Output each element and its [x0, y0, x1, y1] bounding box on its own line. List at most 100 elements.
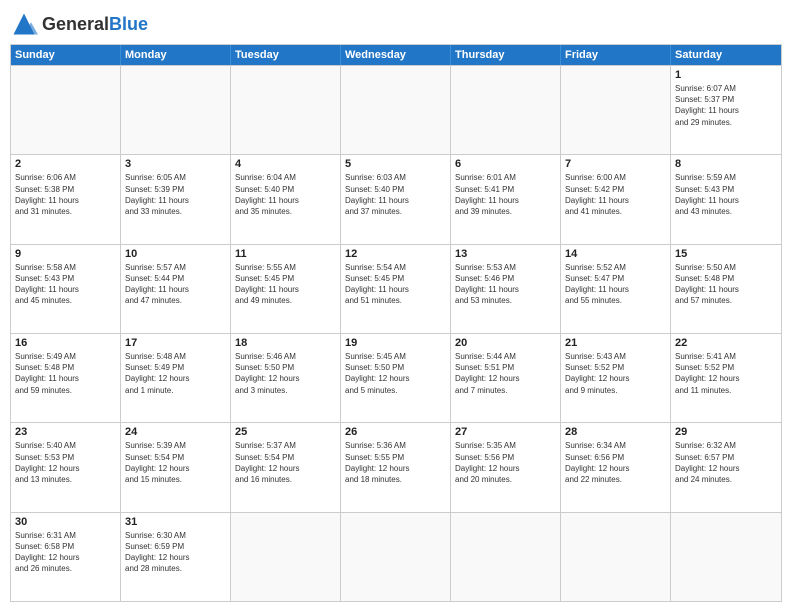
calendar-cell: 6 Sunrise: 6:01 AM Sunset: 5:41 PM Daylig… — [451, 155, 561, 243]
day-number: 15 — [675, 248, 777, 260]
day-info: Sunrise: 6:03 AM Sunset: 5:40 PM Dayligh… — [345, 172, 446, 217]
calendar-cell — [231, 513, 341, 601]
weekday-header: Thursday — [451, 45, 561, 65]
day-info: Sunrise: 5:50 AM Sunset: 5:48 PM Dayligh… — [675, 262, 777, 307]
calendar-row: 2Sunrise: 6:06 AM Sunset: 5:38 PM Daylig… — [11, 154, 781, 243]
weekday-header: Sunday — [11, 45, 121, 65]
day-number: 31 — [125, 516, 226, 528]
day-number: 20 — [455, 337, 556, 349]
logo-text: GeneralBlue — [42, 15, 148, 33]
day-number: 21 — [565, 337, 666, 349]
calendar-cell: 9 Sunrise: 5:58 AM Sunset: 5:43 PM Daylig… — [11, 245, 121, 333]
calendar-cell: 22Sunrise: 5:41 AM Sunset: 5:52 PM Dayli… — [671, 334, 781, 422]
day-number: 30 — [15, 516, 116, 528]
day-number: 6 — [455, 158, 556, 170]
day-info: Sunrise: 5:49 AM Sunset: 5:48 PM Dayligh… — [15, 351, 116, 396]
day-info: Sunrise: 5:41 AM Sunset: 5:52 PM Dayligh… — [675, 351, 777, 396]
calendar: SundayMondayTuesdayWednesdayThursdayFrid… — [10, 44, 782, 602]
day-number: 7 — [565, 158, 666, 170]
calendar-cell: 7 Sunrise: 6:00 AM Sunset: 5:42 PM Daylig… — [561, 155, 671, 243]
calendar-cell: 25Sunrise: 5:37 AM Sunset: 5:54 PM Dayli… — [231, 423, 341, 511]
calendar-cell: 3 Sunrise: 6:05 AM Sunset: 5:39 PM Daylig… — [121, 155, 231, 243]
calendar-cell: 1Sunrise: 6:07 AM Sunset: 5:37 PM Daylig… — [671, 66, 781, 154]
calendar-cell — [451, 66, 561, 154]
calendar-cell: 23Sunrise: 5:40 AM Sunset: 5:53 PM Dayli… — [11, 423, 121, 511]
logo: GeneralBlue — [10, 10, 148, 38]
calendar-cell: 30 Sunrise: 6:31 AM Sunset: 6:58 PM Dayli… — [11, 513, 121, 601]
day-number: 11 — [235, 248, 336, 260]
day-info: Sunrise: 5:48 AM Sunset: 5:49 PM Dayligh… — [125, 351, 226, 396]
day-info: Sunrise: 5:36 AM Sunset: 5:55 PM Dayligh… — [345, 440, 446, 485]
calendar-row: 16 Sunrise: 5:49 AM Sunset: 5:48 PM Dayli… — [11, 333, 781, 422]
logo-icon — [10, 10, 38, 38]
day-info: Sunrise: 6:30 AM Sunset: 6:59 PM Dayligh… — [125, 530, 226, 575]
calendar-cell — [671, 513, 781, 601]
calendar-cell: 4 Sunrise: 6:04 AM Sunset: 5:40 PM Daylig… — [231, 155, 341, 243]
day-info: Sunrise: 6:07 AM Sunset: 5:37 PM Dayligh… — [675, 83, 777, 128]
day-number: 23 — [15, 426, 116, 438]
day-number: 24 — [125, 426, 226, 438]
day-number: 25 — [235, 426, 336, 438]
calendar-cell: 27Sunrise: 5:35 AM Sunset: 5:56 PM Dayli… — [451, 423, 561, 511]
day-number: 9 — [15, 248, 116, 260]
calendar-cell: 20 Sunrise: 5:44 AM Sunset: 5:51 PM Dayli… — [451, 334, 561, 422]
calendar-cell — [561, 513, 671, 601]
calendar-cell: 19Sunrise: 5:45 AM Sunset: 5:50 PM Dayli… — [341, 334, 451, 422]
weekday-header: Monday — [121, 45, 231, 65]
day-number: 4 — [235, 158, 336, 170]
day-info: Sunrise: 6:31 AM Sunset: 6:58 PM Dayligh… — [15, 530, 116, 575]
day-info: Sunrise: 6:01 AM Sunset: 5:41 PM Dayligh… — [455, 172, 556, 217]
calendar-body: 1Sunrise: 6:07 AM Sunset: 5:37 PM Daylig… — [11, 65, 781, 601]
calendar-row: 9 Sunrise: 5:58 AM Sunset: 5:43 PM Daylig… — [11, 244, 781, 333]
calendar-cell: 16 Sunrise: 5:49 AM Sunset: 5:48 PM Dayli… — [11, 334, 121, 422]
calendar-cell: 29 Sunrise: 6:32 AM Sunset: 6:57 PM Dayli… — [671, 423, 781, 511]
calendar-cell — [561, 66, 671, 154]
calendar-header: SundayMondayTuesdayWednesdayThursdayFrid… — [11, 45, 781, 65]
calendar-row: 30 Sunrise: 6:31 AM Sunset: 6:58 PM Dayli… — [11, 512, 781, 601]
calendar-cell — [451, 513, 561, 601]
calendar-cell: 5Sunrise: 6:03 AM Sunset: 5:40 PM Daylig… — [341, 155, 451, 243]
calendar-cell: 31 Sunrise: 6:30 AM Sunset: 6:59 PM Dayli… — [121, 513, 231, 601]
calendar-cell: 26Sunrise: 5:36 AM Sunset: 5:55 PM Dayli… — [341, 423, 451, 511]
day-number: 17 — [125, 337, 226, 349]
weekday-header: Tuesday — [231, 45, 341, 65]
day-info: Sunrise: 6:05 AM Sunset: 5:39 PM Dayligh… — [125, 172, 226, 217]
calendar-row: 23Sunrise: 5:40 AM Sunset: 5:53 PM Dayli… — [11, 422, 781, 511]
day-info: Sunrise: 5:43 AM Sunset: 5:52 PM Dayligh… — [565, 351, 666, 396]
calendar-cell: 11 Sunrise: 5:55 AM Sunset: 5:45 PM Dayli… — [231, 245, 341, 333]
day-info: Sunrise: 6:00 AM Sunset: 5:42 PM Dayligh… — [565, 172, 666, 217]
calendar-cell: 8Sunrise: 5:59 AM Sunset: 5:43 PM Daylig… — [671, 155, 781, 243]
day-info: Sunrise: 5:57 AM Sunset: 5:44 PM Dayligh… — [125, 262, 226, 307]
day-info: Sunrise: 5:58 AM Sunset: 5:43 PM Dayligh… — [15, 262, 116, 307]
day-info: Sunrise: 5:45 AM Sunset: 5:50 PM Dayligh… — [345, 351, 446, 396]
day-number: 14 — [565, 248, 666, 260]
calendar-cell: 28Sunrise: 6:34 AM Sunset: 6:56 PM Dayli… — [561, 423, 671, 511]
day-number: 16 — [15, 337, 116, 349]
calendar-row: 1Sunrise: 6:07 AM Sunset: 5:37 PM Daylig… — [11, 65, 781, 154]
weekday-header: Friday — [561, 45, 671, 65]
day-number: 3 — [125, 158, 226, 170]
day-info: Sunrise: 5:52 AM Sunset: 5:47 PM Dayligh… — [565, 262, 666, 307]
calendar-cell — [231, 66, 341, 154]
header: GeneralBlue — [10, 10, 782, 38]
page: GeneralBlue SundayMondayTuesdayWednesday… — [0, 0, 792, 612]
day-info: Sunrise: 6:32 AM Sunset: 6:57 PM Dayligh… — [675, 440, 777, 485]
day-info: Sunrise: 6:34 AM Sunset: 6:56 PM Dayligh… — [565, 440, 666, 485]
day-number: 13 — [455, 248, 556, 260]
day-info: Sunrise: 5:53 AM Sunset: 5:46 PM Dayligh… — [455, 262, 556, 307]
calendar-cell — [341, 513, 451, 601]
day-number: 2 — [15, 158, 116, 170]
calendar-cell: 12Sunrise: 5:54 AM Sunset: 5:45 PM Dayli… — [341, 245, 451, 333]
calendar-cell: 2Sunrise: 6:06 AM Sunset: 5:38 PM Daylig… — [11, 155, 121, 243]
day-info: Sunrise: 5:55 AM Sunset: 5:45 PM Dayligh… — [235, 262, 336, 307]
day-info: Sunrise: 6:04 AM Sunset: 5:40 PM Dayligh… — [235, 172, 336, 217]
calendar-cell: 14 Sunrise: 5:52 AM Sunset: 5:47 PM Dayli… — [561, 245, 671, 333]
calendar-cell: 10 Sunrise: 5:57 AM Sunset: 5:44 PM Dayli… — [121, 245, 231, 333]
calendar-cell — [121, 66, 231, 154]
calendar-cell: 24Sunrise: 5:39 AM Sunset: 5:54 PM Dayli… — [121, 423, 231, 511]
day-info: Sunrise: 5:44 AM Sunset: 5:51 PM Dayligh… — [455, 351, 556, 396]
day-number: 29 — [675, 426, 777, 438]
day-number: 10 — [125, 248, 226, 260]
day-number: 8 — [675, 158, 777, 170]
day-number: 18 — [235, 337, 336, 349]
